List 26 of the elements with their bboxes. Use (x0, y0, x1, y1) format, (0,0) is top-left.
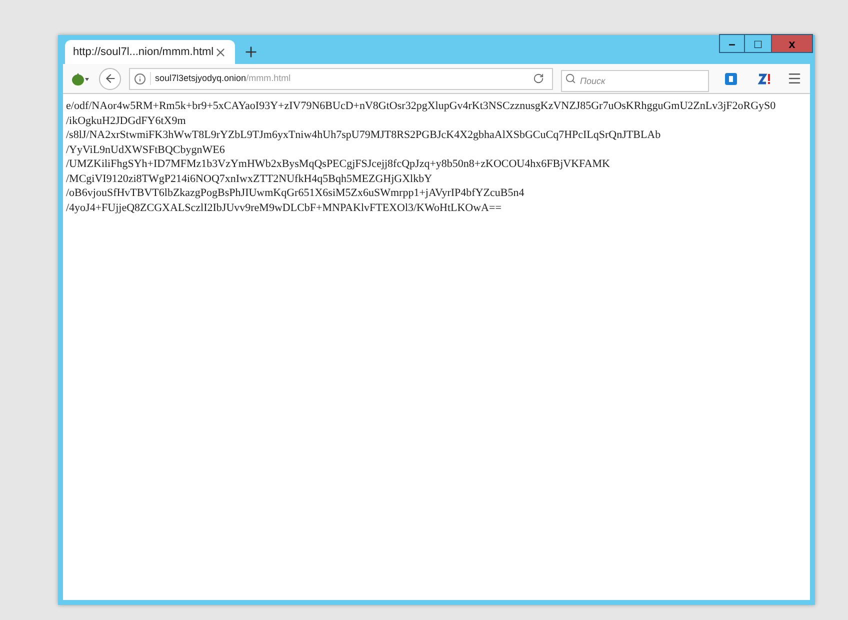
maximize-button[interactable]: □ (745, 34, 771, 53)
app-icon[interactable] (757, 72, 771, 84)
minimize-button[interactable]: – (719, 34, 745, 53)
new-tab-icon[interactable] (243, 44, 259, 60)
text-line: e/odf/NAor4w5RM+Rm5k+br9+5xCAYaoI93Y+zIV79N6BUcD+nV8GtOsr32pgXlupGv4rKt3NSCzznusgKzVNZJ85Gr7uOsKRhgguGmU2ZnLv3jF2oRGyS0 (66, 99, 777, 114)
menu-icon[interactable] (787, 71, 802, 86)
close-icon[interactable] (214, 46, 227, 58)
text-line: /ikOgkuH2JDGdFY6tX9m (66, 114, 187, 128)
back-button[interactable] (99, 68, 121, 90)
info-icon[interactable] (134, 72, 146, 84)
text-line: /s8lJ/NA2xrStwmiFK3hWwT8L9rYZbL9TJm6yxTniw4hUh7spU79MJT8RS2PGBJcK4X2gbhaAlXSbGCuCq7HPcILqSrQnJTBLAb (66, 128, 662, 142)
browser-tab[interactable]: http://soul7l...nion/mmm.html (65, 40, 235, 64)
back-arrow-icon (104, 72, 116, 85)
text-line: /YyViL9nUdXWSFtBQCbygnWE6 (66, 142, 226, 157)
search-icon (565, 72, 576, 84)
close-button[interactable]: x (771, 34, 813, 53)
text-line: /4yoJ4+FUjjeQ8ZCGXALSczlI2IbJUvv9reM9wDLCbF+MNPAKlvFTEXOl3/KWoHtLKOwA== (66, 200, 502, 215)
reload-icon[interactable] (533, 73, 544, 84)
address-field[interactable]: soul7l3etsjyodyq.onion/mmm.html (129, 68, 553, 90)
text-line: /UMZKiliFhgSYh+ID7MFMz1b3VzYmHWb2xBysMqQsPECgjFSJcejj8fcQpJzq+y8b50n8+zKOCOU4hx6FBjVKFAMK (66, 157, 611, 172)
text-line: /oB6vjouSfHvTBVT6lbZkazgPogBsPhJIUwmKqGr651X6siM5Zx6uSWmrpp1+jAVyrIP4bfYZcuB5n4 (66, 186, 526, 200)
text-line: /MCgiVI9120zi8TWgP214i6NOQ7xnIwxZTT2NUfkH4q5Bqh5MEZGHjGXlkbY (66, 172, 434, 186)
app-icon[interactable] (725, 72, 737, 84)
url-text: soul7l3etsjyodyq.onion/mmm.html (150, 72, 291, 86)
onion-icon[interactable] (71, 72, 91, 86)
search-field[interactable]: Поиск (561, 70, 709, 92)
